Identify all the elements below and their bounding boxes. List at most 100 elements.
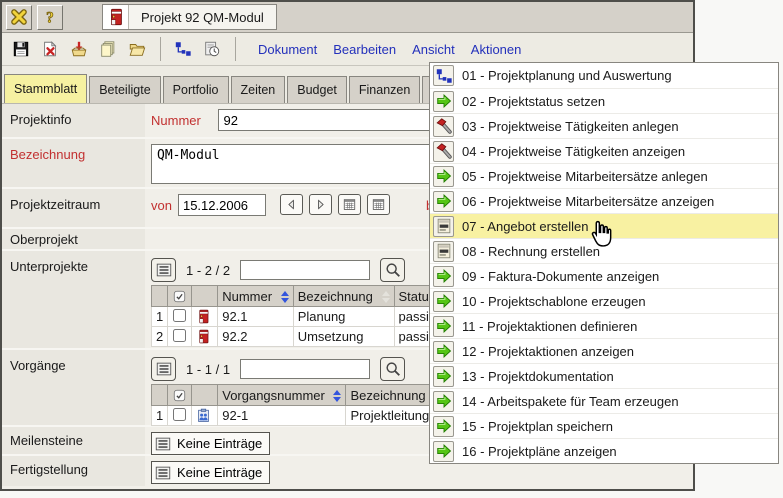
workflow-button[interactable]: [169, 36, 196, 62]
calendar-button-2[interactable]: [367, 194, 390, 215]
tab-zeiten[interactable]: Zeiten: [231, 76, 286, 103]
tab-portfolio[interactable]: Portfolio: [163, 76, 229, 103]
unterprojekte-search-input[interactable]: [240, 260, 370, 280]
cell-nummer[interactable]: 92.2: [218, 327, 293, 347]
vorgaenge-search-button[interactable]: [380, 357, 405, 381]
menu-item-06[interactable]: 06 - Projektweise Mitarbeitersätze anzei…: [430, 188, 778, 213]
checkbox-header-icon: [172, 289, 187, 304]
green-arrow-icon: [433, 166, 454, 187]
toolbar-separator: [235, 37, 236, 61]
history-icon: [203, 40, 221, 58]
save-icon: [12, 40, 30, 58]
vorgaenge-search-input[interactable]: [240, 359, 370, 379]
cell-nummer[interactable]: 92.1: [218, 307, 293, 327]
save-button[interactable]: [7, 36, 34, 62]
cell-bezeichnung[interactable]: Planung: [293, 307, 394, 327]
menu-item-16[interactable]: 16 - Projektpläne anzeigen: [430, 438, 778, 463]
hammer-icon: [433, 141, 454, 162]
open-button[interactable]: [123, 36, 150, 62]
column-header-vorgangsnummer[interactable]: Vorgangsnummer: [218, 385, 346, 406]
vorgaenge-list-button[interactable]: [151, 357, 176, 381]
menu-item-15[interactable]: 15 - Projektplan speichern: [430, 413, 778, 438]
green-arrow-icon: [433, 291, 454, 312]
task-team-icon[interactable]: [192, 406, 218, 426]
green-arrow-icon: [433, 441, 454, 462]
menu-item-04[interactable]: 04 - Projektweise Tätigkeiten anzeigen: [430, 138, 778, 163]
menu-item-label: 08 - Rechnung erstellen: [462, 244, 600, 259]
menu-item-09[interactable]: 09 - Faktura-Dokumente anzeigen: [430, 263, 778, 288]
projektzeitraum-label: Projektzeitraum: [2, 189, 145, 227]
menu-dokument[interactable]: Dokument: [258, 42, 317, 57]
history-button[interactable]: [198, 36, 225, 62]
tab-stammblatt[interactable]: Stammblatt: [4, 74, 87, 103]
magnifier-icon: [384, 360, 402, 378]
menu-item-label: 11 - Projektaktionen definieren: [462, 319, 637, 334]
menu-item-10[interactable]: 10 - Projektschablone erzeugen: [430, 288, 778, 313]
menu-item-02[interactable]: 02 - Projektstatus setzen: [430, 88, 778, 113]
row-checkbox[interactable]: [173, 408, 186, 421]
von-date-input[interactable]: [178, 194, 266, 216]
menu-item-08[interactable]: 08 - Rechnung erstellen: [430, 238, 778, 263]
green-arrow-icon: [433, 416, 454, 437]
document-tab[interactable]: Projekt 92 QM-Modul: [102, 4, 277, 30]
row-checkbox[interactable]: [173, 329, 186, 342]
date-prev-button[interactable]: [280, 194, 303, 215]
fertigstellung-empty-button[interactable]: Keine Einträge: [151, 461, 270, 484]
project-binder-icon[interactable]: [192, 327, 218, 347]
menu-item-05[interactable]: 05 - Projektweise Mitarbeitersätze anleg…: [430, 163, 778, 188]
row-checkbox[interactable]: [173, 309, 186, 322]
date-next-button[interactable]: [309, 194, 332, 215]
arrow-right-icon: [313, 197, 328, 212]
menu-item-label: 06 - Projektweise Mitarbeitersätze anzei…: [462, 194, 714, 209]
menu-bar: Dokument Bearbeiten Ansicht Aktionen: [258, 42, 521, 57]
menu-item-01[interactable]: 01 - Projektplanung und Auswertung: [430, 63, 778, 88]
calendar-button-1[interactable]: [338, 194, 361, 215]
workflow-icon: [174, 40, 192, 58]
list-icon: [155, 360, 173, 378]
nummer-label: Nummer: [151, 109, 201, 128]
projektinfo-label: Projektinfo: [2, 104, 145, 137]
screen: Projekt 92 QM-Modul: [0, 0, 783, 498]
menu-item-07[interactable]: 07 - Angebot erstellen: [430, 213, 778, 238]
column-header-bezeichnung[interactable]: Bezeichnung: [293, 286, 394, 307]
unterprojekte-search-button[interactable]: [380, 258, 405, 282]
cell-vorgangsnummer[interactable]: 92-1: [218, 406, 346, 426]
icon-column-header: [192, 385, 218, 406]
menu-item-03[interactable]: 03 - Projektweise Tätigkeiten anlegen: [430, 113, 778, 138]
close-button[interactable]: [6, 5, 32, 30]
document-tab-title: Projekt 92 QM-Modul: [129, 5, 276, 29]
menu-item-label: 12 - Projektaktionen anzeigen: [462, 344, 634, 359]
delete-document-button[interactable]: [36, 36, 63, 62]
column-header-nummer[interactable]: Nummer: [218, 286, 293, 307]
project-binder-icon[interactable]: [192, 307, 218, 327]
import-button[interactable]: [65, 36, 92, 62]
open-folder-icon: [128, 40, 146, 58]
help-button[interactable]: [37, 5, 63, 30]
green-arrow-icon: [433, 316, 454, 337]
menu-item-label: 13 - Projektdokumentation: [462, 369, 614, 384]
select-all-header[interactable]: [168, 385, 192, 406]
meilensteine-empty-button[interactable]: Keine Einträge: [151, 432, 270, 455]
tab-beteiligte[interactable]: Beteiligte: [89, 76, 160, 103]
menu-item-label: 10 - Projektschablone erzeugen: [462, 294, 646, 309]
menu-ansicht[interactable]: Ansicht: [412, 42, 455, 57]
title-bar: Projekt 92 QM-Modul: [2, 2, 693, 33]
menu-item-label: 04 - Projektweise Tätigkeiten anzeigen: [462, 144, 685, 159]
tab-budget[interactable]: Budget: [287, 76, 347, 103]
bezeichnung-textarea[interactable]: QM-Modul: [151, 144, 436, 184]
menu-item-label: 02 - Projektstatus setzen: [462, 94, 605, 109]
menu-item-14[interactable]: 14 - Arbeitspakete für Team erzeugen: [430, 388, 778, 413]
unterprojekte-list-button[interactable]: [151, 258, 176, 282]
menu-bearbeiten[interactable]: Bearbeiten: [333, 42, 396, 57]
list-icon: [154, 464, 172, 482]
menu-item-11[interactable]: 11 - Projektaktionen definieren: [430, 313, 778, 338]
select-all-header[interactable]: [168, 286, 192, 307]
cell-bezeichnung[interactable]: Umsetzung: [293, 327, 394, 347]
workflow-icon: [433, 65, 454, 86]
tab-finanzen[interactable]: Finanzen: [349, 76, 420, 103]
menu-aktionen[interactable]: Aktionen: [471, 42, 522, 57]
menu-item-label: 09 - Faktura-Dokumente anzeigen: [462, 269, 659, 284]
menu-item-13[interactable]: 13 - Projektdokumentation: [430, 363, 778, 388]
menu-item-12[interactable]: 12 - Projektaktionen anzeigen: [430, 338, 778, 363]
copy-button[interactable]: [94, 36, 121, 62]
